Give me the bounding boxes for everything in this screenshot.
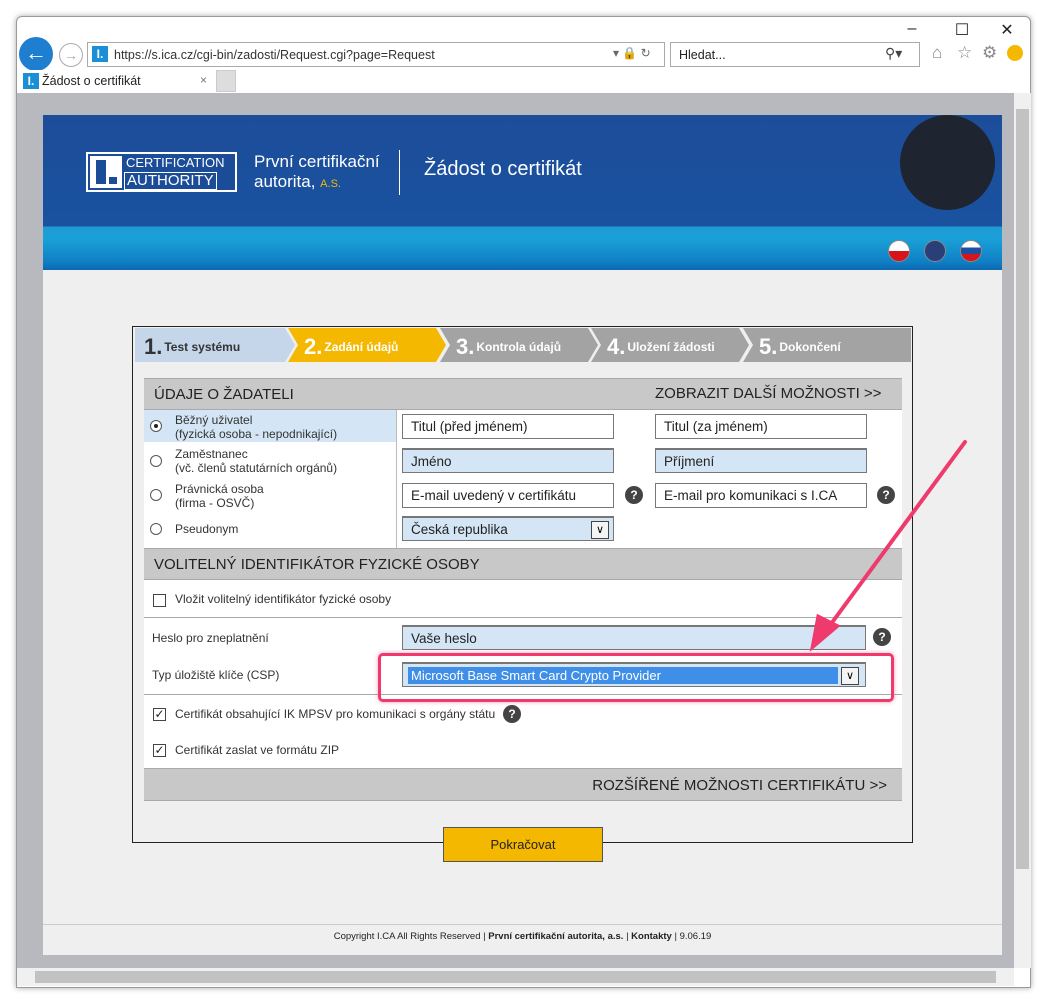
annotation-arrow [809, 440, 967, 652]
annotation-arrow-line [826, 440, 967, 630]
